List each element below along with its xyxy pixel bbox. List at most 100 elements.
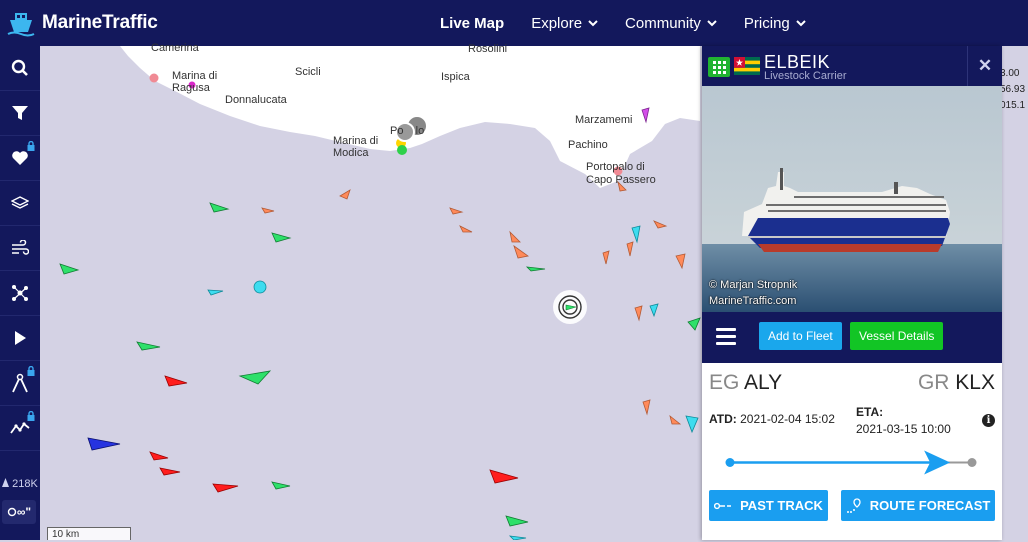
place-label: Donnalucata bbox=[225, 94, 287, 106]
destination-port-code: KLX bbox=[955, 371, 995, 394]
place-label: Scicli bbox=[295, 66, 321, 78]
nav-community-label: Community bbox=[625, 14, 701, 32]
marinetraffic-logo[interactable]: MarineTraffic bbox=[6, 8, 158, 38]
logo-text: MarineTraffic bbox=[42, 12, 158, 33]
heart-icon bbox=[12, 151, 28, 165]
analytics-button[interactable] bbox=[0, 406, 40, 451]
place-label: Marina di Modica bbox=[333, 135, 379, 159]
close-icon: ✕ bbox=[977, 56, 993, 75]
measure-button[interactable] bbox=[0, 361, 40, 406]
layers-icon bbox=[11, 196, 29, 209]
add-to-fleet-button[interactable]: Add to Fleet bbox=[759, 322, 842, 350]
togo-flag-icon bbox=[734, 57, 760, 75]
atd-value: 2021-02-04 15:02 bbox=[740, 412, 835, 426]
eta-label: ETA: bbox=[856, 405, 884, 419]
past-track-button[interactable]: PAST TRACK bbox=[709, 490, 828, 521]
ship-count-icon bbox=[2, 478, 10, 487]
voyage-ports: EG ALY GR KLX bbox=[702, 363, 1002, 403]
place-label: Pachino bbox=[568, 139, 608, 151]
search-button[interactable] bbox=[0, 46, 40, 91]
route-icon bbox=[12, 285, 28, 301]
vessel-photo[interactable]: © Marjan Stropnik MarineTraffic.com bbox=[702, 86, 1002, 312]
vessel-count: 218K bbox=[0, 478, 40, 490]
eta-info: ETA: 2021-03-15 10:00 bbox=[856, 404, 951, 438]
photo-credit: © Marjan Stropnik bbox=[709, 279, 798, 291]
info-icon[interactable]: i bbox=[982, 414, 995, 427]
eta-value: 2021-03-15 10:00 bbox=[856, 422, 951, 436]
ship-logo-icon bbox=[7, 13, 35, 37]
my-fleets-button[interactable] bbox=[0, 136, 40, 181]
map-readout: 015.1 bbox=[1000, 100, 1026, 111]
nav-pricing-label: Pricing bbox=[743, 14, 790, 32]
place-label: Ispica bbox=[441, 71, 470, 83]
nav-explore-label: Explore bbox=[531, 14, 583, 32]
grid-icon bbox=[712, 60, 726, 74]
departure-country: EG bbox=[709, 371, 740, 394]
chevron-down-icon bbox=[707, 19, 717, 26]
place-label: Camerina bbox=[151, 42, 199, 54]
nav-live-map[interactable]: Live Map bbox=[440, 15, 504, 32]
place-label: Marzamemi bbox=[575, 114, 633, 126]
photo-credit-site: MarineTraffic.com bbox=[709, 295, 797, 307]
measure-icon bbox=[12, 373, 28, 393]
play-icon bbox=[15, 331, 26, 345]
lock-icon bbox=[27, 141, 35, 151]
place-label: Marina di Ragusa bbox=[172, 70, 218, 94]
vessel-info-panel: ELBEIK Livestock Carrier ✕ © Marjan Stro… bbox=[702, 46, 1002, 540]
place-label: Rosolini bbox=[468, 43, 508, 55]
place-label: Portopalo di Capo Passero bbox=[586, 161, 656, 186]
hamburger-menu-icon[interactable] bbox=[716, 328, 736, 349]
place-label: Po lo bbox=[390, 125, 425, 137]
lock-icon bbox=[27, 366, 35, 376]
playback-button[interactable] bbox=[0, 316, 40, 361]
progress-end-dot bbox=[967, 458, 977, 467]
destination-country: GR bbox=[917, 371, 950, 394]
vessel-marker bbox=[253, 280, 267, 294]
past-track-label: PAST TRACK bbox=[740, 498, 823, 513]
weather-button[interactable] bbox=[0, 226, 40, 271]
chevron-down-icon bbox=[796, 19, 806, 26]
nav-pricing[interactable]: Pricing bbox=[744, 15, 806, 32]
route-forecast-label: ROUTE FORECAST bbox=[869, 498, 991, 513]
timeline-button[interactable]: ∞" bbox=[2, 500, 36, 524]
map-readout: 56.93 bbox=[1000, 84, 1026, 95]
map-scale-bar: 10 km bbox=[47, 527, 131, 540]
search-icon bbox=[11, 59, 28, 76]
lock-icon bbox=[27, 411, 35, 421]
filter-icon bbox=[12, 106, 28, 120]
filter-button[interactable] bbox=[0, 91, 40, 136]
progress-start-dot bbox=[725, 458, 735, 467]
wind-icon bbox=[12, 240, 29, 255]
route-forecast-button[interactable]: ROUTE FORECAST bbox=[841, 490, 995, 521]
atd-label: ATD: bbox=[709, 412, 737, 426]
chevron-down-icon bbox=[588, 19, 598, 26]
main-nav: Live Map Explore Community Pricing bbox=[440, 0, 806, 46]
nav-community[interactable]: Community bbox=[625, 15, 717, 32]
nav-live-map-label: Live Map bbox=[440, 14, 505, 32]
destination-port[interactable]: GR KLX bbox=[918, 371, 995, 395]
chart-line-icon bbox=[10, 422, 30, 434]
vessel-count-text: 218K bbox=[12, 478, 38, 490]
vessel-panel-header: ELBEIK Livestock Carrier ✕ bbox=[702, 46, 1002, 86]
port-marker bbox=[397, 145, 407, 155]
voyage-progress-bar bbox=[725, 450, 977, 475]
map-tools-sidebar: 218K ∞" bbox=[0, 46, 40, 540]
layers-button[interactable] bbox=[0, 181, 40, 226]
refresh-icon bbox=[7, 507, 17, 517]
top-navigation-bar: MarineTraffic Live Map Explore Community… bbox=[0, 0, 1028, 46]
route-forecast-icon bbox=[846, 497, 861, 513]
departure-port[interactable]: EG ALY bbox=[709, 371, 782, 395]
map-readout: 3.00 bbox=[1000, 68, 1020, 79]
infinity-label: ∞" bbox=[16, 505, 32, 519]
vessel-action-bar: Add to Fleet Vessel Details bbox=[702, 312, 1002, 363]
close-panel-button[interactable]: ✕ bbox=[967, 46, 1002, 86]
nav-explore[interactable]: Explore bbox=[531, 15, 598, 32]
vessel-menu-button[interactable] bbox=[708, 57, 730, 77]
routes-button[interactable] bbox=[0, 271, 40, 316]
departure-port-code: ALY bbox=[744, 371, 783, 394]
past-track-icon bbox=[714, 502, 732, 509]
atd-info: ATD: 2021-02-04 15:02 bbox=[709, 412, 835, 426]
vessel-type: Livestock Carrier bbox=[764, 70, 847, 82]
vessel-details-button[interactable]: Vessel Details bbox=[850, 322, 944, 350]
port-marker bbox=[149, 73, 159, 83]
